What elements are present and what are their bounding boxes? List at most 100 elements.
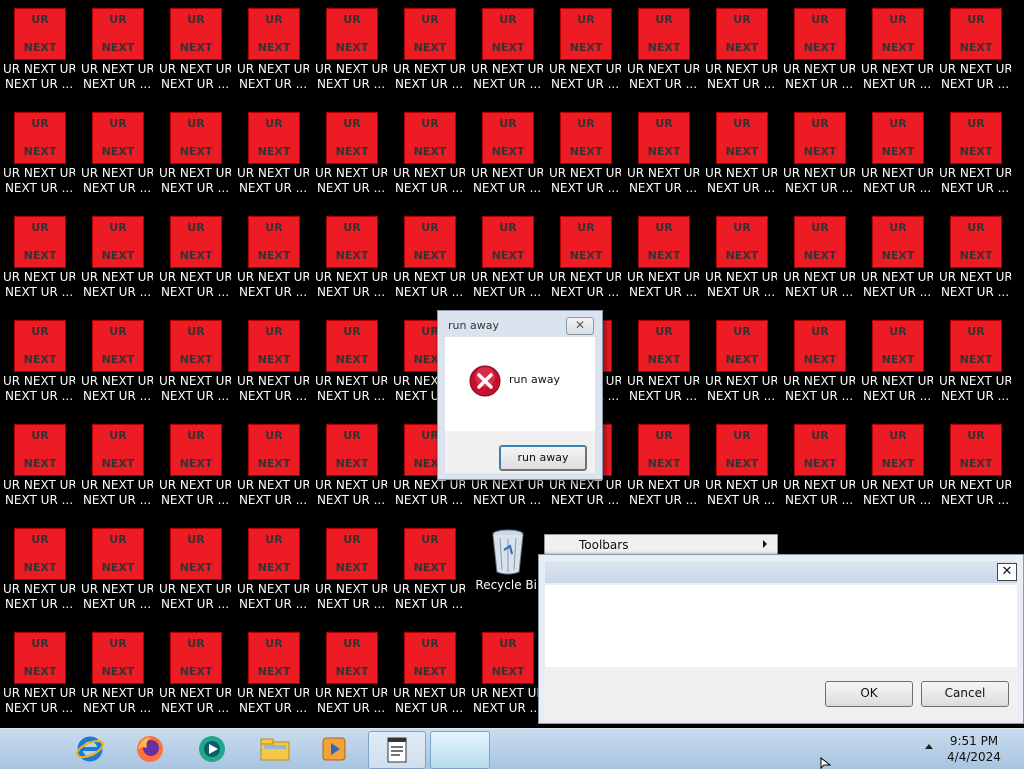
desktop-icon-ur-next[interactable]: UR NEXT UR NEXT URNEXT UR ...: [81, 110, 153, 210]
desktop-icon-label-line2: NEXT UR ...: [784, 285, 854, 299]
desktop-icon-ur-next[interactable]: UR NEXT UR NEXT URNEXT UR ...: [471, 214, 543, 314]
desktop-icon-ur-next[interactable]: UR NEXT UR NEXT URNEXT UR ...: [237, 422, 309, 522]
desktop-icon-ur-next[interactable]: UR NEXT UR NEXT URNEXT UR ...: [3, 630, 75, 730]
desktop-icon-ur-next[interactable]: UR NEXT UR NEXT URNEXT UR ...: [159, 110, 231, 210]
taskbar-app-internet-explorer[interactable]: [62, 731, 118, 767]
desktop-icon-ur-next[interactable]: UR NEXT UR NEXT URNEXT UR ...: [81, 318, 153, 418]
desktop-icon-ur-next[interactable]: UR NEXT UR NEXT URNEXT UR ...: [315, 110, 387, 210]
desktop-icon-ur-next[interactable]: UR NEXT UR NEXT URNEXT UR ...: [81, 214, 153, 314]
desktop-icon-ur-next[interactable]: UR NEXT UR NEXT URNEXT UR ...: [471, 110, 543, 210]
desktop-icon-ur-next[interactable]: UR NEXT UR NEXT URNEXT UR ...: [237, 6, 309, 106]
dialog-close-button[interactable]: ✕: [997, 563, 1017, 581]
ur-next-icon: UR NEXT: [638, 424, 690, 476]
desktop-icon-ur-next[interactable]: UR NEXT UR NEXT URNEXT UR ...: [549, 214, 621, 314]
taskbar-app-firefox[interactable]: [122, 731, 178, 767]
desktop-icon-ur-next[interactable]: UR NEXT UR NEXT URNEXT UR ...: [783, 214, 855, 314]
tile-text-top: UR: [187, 637, 205, 650]
desktop-icon-ur-next[interactable]: UR NEXT UR NEXT URNEXT UR ...: [237, 630, 309, 730]
ur-next-icon: UR NEXT: [326, 112, 378, 164]
file-explorer-icon: [260, 738, 290, 761]
desktop-icon-ur-next[interactable]: UR NEXT UR NEXT URNEXT UR ...: [705, 214, 777, 314]
desktop-icon-ur-next[interactable]: UR NEXT UR NEXT URNEXT UR ...: [549, 110, 621, 210]
desktop-icon-ur-next[interactable]: UR NEXT UR NEXT URNEXT UR ...: [237, 526, 309, 626]
desktop-icon-ur-next[interactable]: UR NEXT UR NEXT URNEXT UR ...: [705, 318, 777, 418]
desktop-icon-ur-next[interactable]: UR NEXT UR NEXT URNEXT UR ...: [705, 110, 777, 210]
desktop-icon-ur-next[interactable]: UR NEXT UR NEXT URNEXT UR ...: [237, 214, 309, 314]
desktop-icon-ur-next[interactable]: UR NEXT UR NEXT URNEXT UR ...: [393, 110, 465, 210]
desktop-icon-ur-next[interactable]: UR NEXT UR NEXT URNEXT UR ...: [471, 6, 543, 106]
desktop-icon-ur-next[interactable]: UR NEXT UR NEXT URNEXT UR ...: [939, 318, 1011, 418]
desktop-icon-ur-next[interactable]: UR NEXT UR NEXT URNEXT UR ...: [393, 526, 465, 626]
desktop-icon-ur-next[interactable]: UR NEXT UR NEXT URNEXT UR ...: [939, 110, 1011, 210]
desktop-icon-ur-next[interactable]: UR NEXT UR NEXT URNEXT UR ...: [393, 630, 465, 730]
taskbar-app-file-explorer[interactable]: [246, 731, 302, 767]
desktop-icon-ur-next[interactable]: UR NEXT UR NEXT URNEXT UR ...: [159, 6, 231, 106]
desktop-icon-ur-next[interactable]: UR NEXT UR NEXT URNEXT UR ...: [81, 6, 153, 106]
system-clock[interactable]: 9:51 PM 4/4/2024: [944, 733, 1004, 765]
desktop-icon-ur-next[interactable]: UR NEXT UR NEXT URNEXT UR ...: [3, 526, 75, 626]
desktop-icon-ur-next[interactable]: UR NEXT UR NEXT URNEXT UR ...: [3, 110, 75, 210]
desktop-icon-ur-next[interactable]: UR NEXT UR NEXT URNEXT UR ...: [783, 422, 855, 522]
desktop-icon-ur-next[interactable]: UR NEXT UR NEXT URNEXT UR ...: [237, 318, 309, 418]
desktop-icon-ur-next[interactable]: UR NEXT UR NEXT URNEXT UR ...: [705, 6, 777, 106]
desktop-icon-ur-next[interactable]: UR NEXT UR NEXT URNEXT UR ...: [861, 318, 933, 418]
desktop-icon-ur-next[interactable]: UR NEXT UR NEXT URNEXT UR ...: [3, 318, 75, 418]
desktop-icon-ur-next[interactable]: UR NEXT UR NEXT URNEXT UR ...: [159, 630, 231, 730]
desktop-icon-ur-next[interactable]: UR NEXT UR NEXT URNEXT UR ...: [627, 422, 699, 522]
desktop-icon-ur-next[interactable]: UR NEXT UR NEXT URNEXT UR ...: [549, 6, 621, 106]
desktop-icon-ur-next[interactable]: UR NEXT UR NEXT URNEXT UR ...: [159, 318, 231, 418]
desktop-icon-ur-next[interactable]: UR NEXT UR NEXT URNEXT UR ...: [315, 318, 387, 418]
desktop-icon-ur-next[interactable]: UR NEXT UR NEXT URNEXT UR ...: [237, 110, 309, 210]
desktop-icon-ur-next[interactable]: UR NEXT UR NEXT UR. NEXT UR ...: [3, 6, 75, 106]
desktop-icon-ur-next[interactable]: UR NEXT UR NEXT URNEXT UR ...: [81, 526, 153, 626]
message-box-close-button[interactable]: ✕: [566, 317, 594, 335]
desktop-icon-ur-next[interactable]: UR NEXT UR NEXT URNEXT UR ...: [705, 422, 777, 522]
cancel-button[interactable]: Cancel: [921, 681, 1009, 707]
desktop-icon-label-line1: UR NEXT UR: [627, 270, 699, 284]
desktop-icon-ur-next[interactable]: UR NEXT UR NEXT URNEXT UR ...: [627, 318, 699, 418]
desktop-icon-ur-next[interactable]: UR NEXT UR NEXT URNEXT UR ...: [3, 422, 75, 522]
run-away-button[interactable]: run away: [499, 445, 587, 471]
desktop-icon-ur-next[interactable]: UR NEXT UR NEXT URNEXT UR ...: [81, 422, 153, 522]
desktop-icon-ur-next[interactable]: UR NEXT UR NEXT URNEXT UR ...: [861, 422, 933, 522]
desktop-icon-ur-next[interactable]: UR NEXT UR NEXT URNEXT UR ...: [315, 214, 387, 314]
desktop-icon-ur-next[interactable]: UR NEXT UR NEXT URNEXT UR ...: [315, 6, 387, 106]
desktop-icon-ur-next[interactable]: UR NEXT UR NEXT URNEXT UR ...: [159, 422, 231, 522]
desktop-icon-ur-next[interactable]: UR NEXT UR NEXT URNEXT UR ...: [393, 214, 465, 314]
desktop-icon-ur-next[interactable]: UR NEXT UR NEXT URNEXT UR ...: [939, 422, 1011, 522]
desktop-icon-ur-next[interactable]: UR NEXT UR NEXT URNEXT UR ...: [315, 422, 387, 522]
desktop-icon-label: UR NEXT URNEXT UR ...: [159, 686, 231, 716]
desktop-icon-ur-next[interactable]: UR NEXT UR NEXT URNEXT UR ...: [81, 630, 153, 730]
ok-button[interactable]: OK: [825, 681, 913, 707]
desktop-icon-ur-next[interactable]: UR NEXT UR NEXT URNEXT UR ...: [315, 630, 387, 730]
desktop-icon-ur-next[interactable]: UR NEXT UR NEXT URNEXT UR ...: [471, 630, 543, 730]
desktop-icon-ur-next[interactable]: UR NEXT UR NEXT URNEXT UR ...: [783, 110, 855, 210]
desktop-icon-ur-next[interactable]: UR NEXT UR NEXT URNEXT UR ...: [315, 526, 387, 626]
desktop-icon-ur-next[interactable]: UR NEXT UR NEXT URNEXT UR ...: [159, 526, 231, 626]
desktop-icon-ur-next[interactable]: UR NEXT UR NEXT URNEXT UR ...: [861, 6, 933, 106]
menu-item-toolbars[interactable]: Toolbars: [579, 538, 628, 552]
desktop-icon-ur-next[interactable]: UR NEXT UR NEXT URNEXT UR ...: [861, 110, 933, 210]
show-hidden-icons-icon[interactable]: [925, 744, 933, 749]
desktop-icon-ur-next[interactable]: UR NEXT UR NEXT URNEXT UR ...: [939, 214, 1011, 314]
taskbar-app-notepad[interactable]: [368, 731, 426, 769]
desktop-icon-ur-next[interactable]: UR NEXT UR NEXT URNEXT UR ...: [627, 6, 699, 106]
desktop-icon-label-line1: UR NEXT UR: [705, 166, 777, 180]
desktop-icon-label-line2: NEXT UR ...: [940, 389, 1010, 403]
desktop-icon-ur-next[interactable]: UR NEXT UR NEXT URNEXT UR ...: [861, 214, 933, 314]
taskbar-app-blank-window[interactable]: [430, 731, 490, 769]
desktop-icon-ur-next[interactable]: UR NEXT UR NEXT URNEXT UR ...: [939, 6, 1011, 106]
desktop-icon-ur-next[interactable]: UR NEXT UR NEXT URNEXT UR ...: [783, 318, 855, 418]
desktop-icon-ur-next[interactable]: UR NEXT UR NEXT URNEXT UR ...: [3, 214, 75, 314]
tile-text-bottom: NEXT: [257, 41, 291, 54]
desktop-icon-ur-next[interactable]: UR NEXT UR NEXT URNEXT UR ...: [159, 214, 231, 314]
desktop-icon-ur-next[interactable]: UR NEXT UR NEXT URNEXT UR ...: [393, 6, 465, 106]
desktop-icon-ur-next[interactable]: UR NEXT UR NEXT URNEXT UR ...: [627, 110, 699, 210]
desktop-icon-ur-next[interactable]: UR NEXT UR NEXT URNEXT UR ...: [783, 6, 855, 106]
desktop-icon-ur-next[interactable]: UR NEXT UR NEXT URNEXT UR ...: [627, 214, 699, 314]
taskbar-app-media-player[interactable]: [306, 731, 362, 767]
recycle-bin[interactable]: Recycle Bin: [472, 526, 545, 596]
desktop-icon-label-line2: NEXT UR ...: [940, 285, 1010, 299]
taskbar: [0, 728, 1024, 769]
taskbar-app-media[interactable]: [184, 731, 240, 767]
